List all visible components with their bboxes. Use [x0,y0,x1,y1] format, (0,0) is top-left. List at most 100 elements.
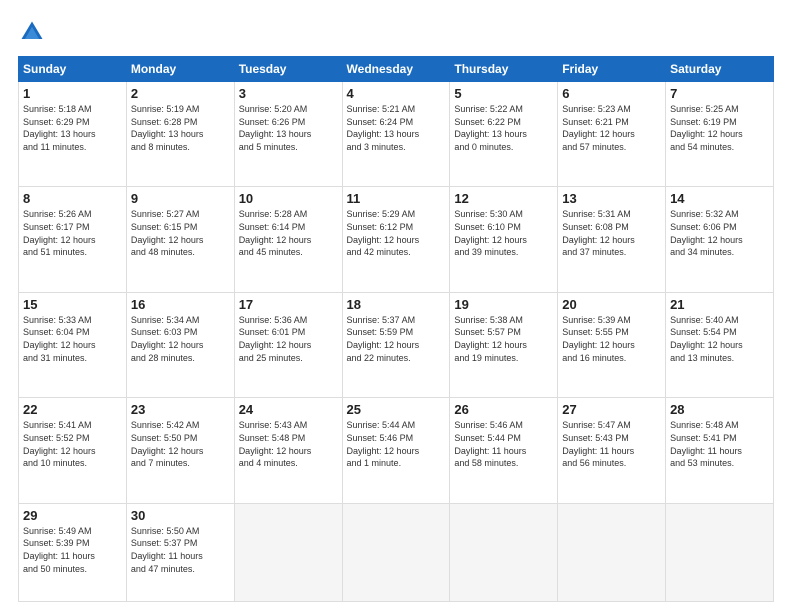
day-info: Sunrise: 5:22 AM Sunset: 6:22 PM Dayligh… [454,103,553,153]
calendar-cell: 22 Sunrise: 5:41 AM Sunset: 5:52 PM Dayli… [19,398,127,503]
calendar-header: SundayMondayTuesdayWednesdayThursdayFrid… [19,57,774,82]
day-info: Sunrise: 5:30 AM Sunset: 6:10 PM Dayligh… [454,208,553,258]
calendar-cell: 8Sunrise: 5:26 AM Sunset: 6:17 PM Daylig… [19,187,127,292]
day-number: 25 [347,402,446,417]
calendar-cell: 25Sunrise: 5:44 AM Sunset: 5:46 PM Dayli… [342,398,450,503]
day-info: Sunrise: 5:28 AM Sunset: 6:14 PM Dayligh… [239,208,338,258]
day-number: 26 [454,402,553,417]
day-info: Sunrise: 5:19 AM Sunset: 6:28 PM Dayligh… [131,103,230,153]
calendar-cell [234,503,342,601]
calendar-table: SundayMondayTuesdayWednesdayThursdayFrid… [18,56,774,602]
calendar-cell: 15 Sunrise: 5:33 AM Sunset: 6:04 PM Dayli… [19,292,127,397]
day-info: Sunrise: 5:37 AM Sunset: 5:59 PM Dayligh… [347,314,446,364]
calendar-cell: 17Sunrise: 5:36 AM Sunset: 6:01 PM Dayli… [234,292,342,397]
weekday-header: Thursday [450,57,558,82]
calendar-cell: 1Sunrise: 5:18 AM Sunset: 6:29 PM Daylig… [19,82,127,187]
day-info: Sunrise: 5:46 AM Sunset: 5:44 PM Dayligh… [454,419,553,469]
day-number: 3 [239,86,338,101]
day-info: Sunrise: 5:33 AM Sunset: 6:04 PM Dayligh… [23,314,122,364]
calendar-week-row: 1Sunrise: 5:18 AM Sunset: 6:29 PM Daylig… [19,82,774,187]
day-number: 23 [131,402,230,417]
day-number: 22 [23,402,122,417]
weekday-header: Saturday [666,57,774,82]
calendar-week-row: 22 Sunrise: 5:41 AM Sunset: 5:52 PM Dayli… [19,398,774,503]
day-info: Sunrise: 5:38 AM Sunset: 5:57 PM Dayligh… [454,314,553,364]
day-info: Sunrise: 5:27 AM Sunset: 6:15 PM Dayligh… [131,208,230,258]
day-number: 11 [347,191,446,206]
calendar-cell: 26 Sunrise: 5:46 AM Sunset: 5:44 PM Dayli… [450,398,558,503]
day-info: Sunrise: 5:47 AM Sunset: 5:43 PM Dayligh… [562,419,661,469]
day-number: 19 [454,297,553,312]
day-number: 10 [239,191,338,206]
day-number: 29 [23,508,122,523]
calendar-cell: 12 Sunrise: 5:30 AM Sunset: 6:10 PM Dayli… [450,187,558,292]
calendar-cell: 11 Sunrise: 5:29 AM Sunset: 6:12 PM Dayli… [342,187,450,292]
day-number: 12 [454,191,553,206]
day-info: Sunrise: 5:29 AM Sunset: 6:12 PM Dayligh… [347,208,446,258]
day-number: 30 [131,508,230,523]
day-info: Sunrise: 5:49 AM Sunset: 5:39 PM Dayligh… [23,525,122,575]
calendar-cell [666,503,774,601]
day-number: 24 [239,402,338,417]
calendar-cell: 13 Sunrise: 5:31 AM Sunset: 6:08 PM Dayli… [558,187,666,292]
calendar-cell: 5 Sunrise: 5:22 AM Sunset: 6:22 PM Daylig… [450,82,558,187]
day-number: 2 [131,86,230,101]
calendar-cell: 4 Sunrise: 5:21 AM Sunset: 6:24 PM Daylig… [342,82,450,187]
day-number: 1 [23,86,122,101]
weekday-header: Wednesday [342,57,450,82]
day-number: 6 [562,86,661,101]
day-info: Sunrise: 5:31 AM Sunset: 6:08 PM Dayligh… [562,208,661,258]
calendar-cell: 30Sunrise: 5:50 AM Sunset: 5:37 PM Dayli… [126,503,234,601]
calendar-body: 1Sunrise: 5:18 AM Sunset: 6:29 PM Daylig… [19,82,774,602]
day-number: 28 [670,402,769,417]
weekday-header: Tuesday [234,57,342,82]
day-number: 20 [562,297,661,312]
day-info: Sunrise: 5:42 AM Sunset: 5:50 PM Dayligh… [131,419,230,469]
weekday-header: Monday [126,57,234,82]
day-info: Sunrise: 5:40 AM Sunset: 5:54 PM Dayligh… [670,314,769,364]
day-info: Sunrise: 5:26 AM Sunset: 6:17 PM Dayligh… [23,208,122,258]
day-number: 15 [23,297,122,312]
day-info: Sunrise: 5:25 AM Sunset: 6:19 PM Dayligh… [670,103,769,153]
day-number: 21 [670,297,769,312]
calendar-cell: 19 Sunrise: 5:38 AM Sunset: 5:57 PM Dayli… [450,292,558,397]
day-info: Sunrise: 5:21 AM Sunset: 6:24 PM Dayligh… [347,103,446,153]
calendar-cell: 18 Sunrise: 5:37 AM Sunset: 5:59 PM Dayli… [342,292,450,397]
calendar-cell: 20 Sunrise: 5:39 AM Sunset: 5:55 PM Dayli… [558,292,666,397]
calendar-cell: 23 Sunrise: 5:42 AM Sunset: 5:50 PM Dayli… [126,398,234,503]
day-info: Sunrise: 5:34 AM Sunset: 6:03 PM Dayligh… [131,314,230,364]
calendar-cell [558,503,666,601]
day-info: Sunrise: 5:32 AM Sunset: 6:06 PM Dayligh… [670,208,769,258]
calendar-cell: 14 Sunrise: 5:32 AM Sunset: 6:06 PM Dayli… [666,187,774,292]
weekday-header: Friday [558,57,666,82]
day-number: 13 [562,191,661,206]
day-info: Sunrise: 5:41 AM Sunset: 5:52 PM Dayligh… [23,419,122,469]
day-number: 16 [131,297,230,312]
day-number: 14 [670,191,769,206]
calendar-cell: 10 Sunrise: 5:28 AM Sunset: 6:14 PM Dayli… [234,187,342,292]
calendar-cell: 29 Sunrise: 5:49 AM Sunset: 5:39 PM Dayli… [19,503,127,601]
day-info: Sunrise: 5:43 AM Sunset: 5:48 PM Dayligh… [239,419,338,469]
day-number: 4 [347,86,446,101]
day-number: 9 [131,191,230,206]
weekday-header: Sunday [19,57,127,82]
calendar-cell: 9 Sunrise: 5:27 AM Sunset: 6:15 PM Daylig… [126,187,234,292]
day-info: Sunrise: 5:20 AM Sunset: 6:26 PM Dayligh… [239,103,338,153]
day-info: Sunrise: 5:23 AM Sunset: 6:21 PM Dayligh… [562,103,661,153]
calendar-cell [450,503,558,601]
calendar-week-row: 15 Sunrise: 5:33 AM Sunset: 6:04 PM Dayli… [19,292,774,397]
day-info: Sunrise: 5:36 AM Sunset: 6:01 PM Dayligh… [239,314,338,364]
calendar-cell: 21 Sunrise: 5:40 AM Sunset: 5:54 PM Dayli… [666,292,774,397]
day-number: 7 [670,86,769,101]
logo [18,18,50,46]
day-info: Sunrise: 5:39 AM Sunset: 5:55 PM Dayligh… [562,314,661,364]
calendar-week-row: 8Sunrise: 5:26 AM Sunset: 6:17 PM Daylig… [19,187,774,292]
calendar-cell: 2 Sunrise: 5:19 AM Sunset: 6:28 PM Daylig… [126,82,234,187]
day-number: 5 [454,86,553,101]
calendar-week-row: 29 Sunrise: 5:49 AM Sunset: 5:39 PM Dayli… [19,503,774,601]
calendar-cell: 27Sunrise: 5:47 AM Sunset: 5:43 PM Dayli… [558,398,666,503]
calendar-cell [342,503,450,601]
logo-icon [18,18,46,46]
day-number: 18 [347,297,446,312]
calendar-cell: 16 Sunrise: 5:34 AM Sunset: 6:03 PM Dayli… [126,292,234,397]
